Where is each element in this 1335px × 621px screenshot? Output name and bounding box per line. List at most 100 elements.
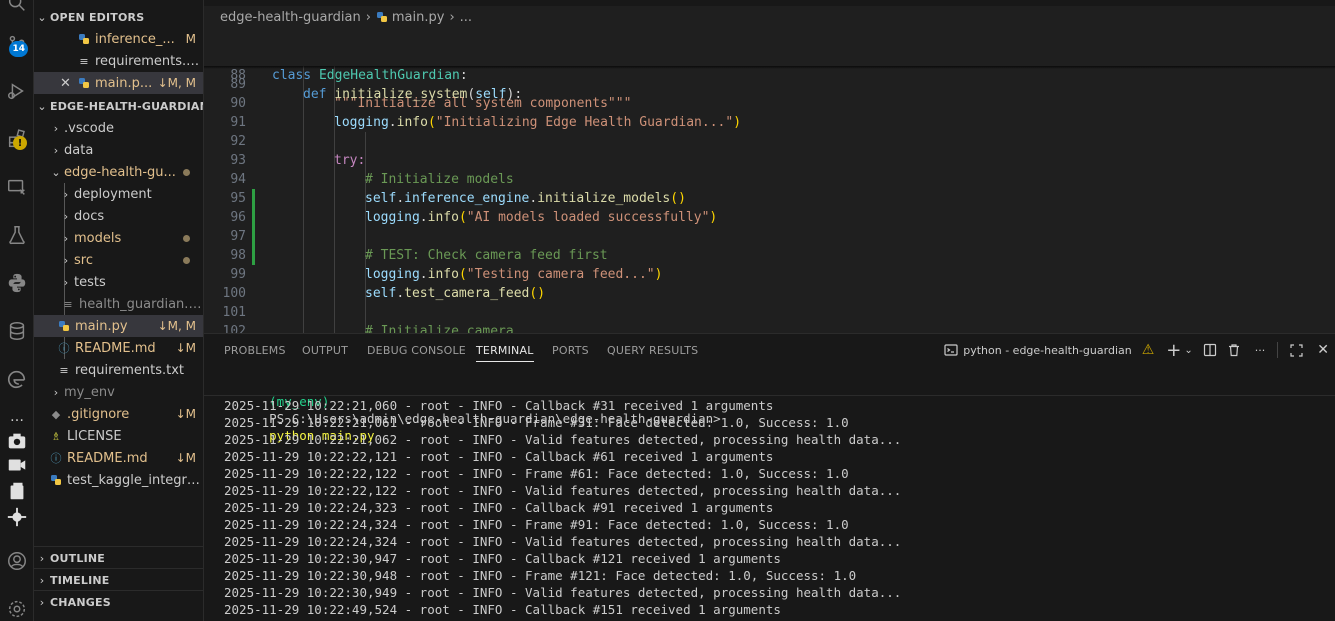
run-debug-icon[interactable]	[0, 74, 34, 108]
code-punct: :	[459, 68, 468, 83]
tree-folder-edge-health-guardian[interactable]: ⌄ edge-health-gu...	[34, 161, 203, 183]
tree-file-readme-inner[interactable]: ⓘ README.md ↓M	[34, 337, 203, 359]
terminal-log-line: 2025-11-29 10:22:22,122 - root - INFO - …	[224, 466, 849, 481]
manage-gear-icon[interactable]	[0, 592, 34, 621]
chevron-right-icon: ›	[39, 551, 45, 565]
account-icon[interactable]	[0, 544, 34, 578]
remote-explorer-icon[interactable]	[0, 170, 34, 204]
tree-file-readme[interactable]: ⓘ README.md ↓M	[34, 447, 203, 469]
tab-debug-console[interactable]: DEBUG CONSOLE	[367, 334, 466, 366]
chevron-down-icon[interactable]: ⌄	[1184, 345, 1192, 356]
chevron-right-icon: ›	[63, 275, 69, 289]
code-line[interactable]: 94 self.inference_engine.initialize_mode…	[204, 151, 1335, 206]
code-editor[interactable]: edge-health-guardian › main.py › ... 16 …	[204, 0, 1335, 358]
terminal-log-line: 2025-11-29 10:22:30,948 - root - INFO - …	[224, 568, 857, 583]
open-editors-header[interactable]: ⌄ OPEN EDITORS	[34, 6, 203, 28]
tree-folder-deployment[interactable]: › deployment	[34, 183, 203, 205]
close-panel-icon[interactable]: ✕	[1317, 342, 1329, 358]
tab-output[interactable]: OUTPUT	[302, 334, 348, 366]
code-line[interactable]: 101 # Initialize camera	[204, 284, 1335, 339]
tab-problems[interactable]: PROBLEMS	[224, 334, 286, 366]
close-icon[interactable]: ✕	[60, 76, 78, 91]
code-function: initialize_system	[334, 87, 468, 102]
python-icon[interactable]	[0, 266, 34, 300]
code-line[interactable]: 103 logging.info("Camera initialized")	[204, 322, 1335, 333]
tab-terminal[interactable]: TERMINAL	[476, 334, 534, 366]
sticky-line[interactable]: 88 def initialize_system(self):	[204, 47, 1335, 102]
tab-query-results[interactable]: QUERY RESULTS	[607, 334, 698, 366]
changes-header[interactable]: › CHANGES	[34, 591, 203, 613]
code-line[interactable]: 102 self.camera_processor = CameraProces…	[204, 303, 1335, 358]
trash-icon[interactable]	[1227, 343, 1241, 357]
modified-dot	[183, 234, 190, 242]
chevron-right-icon: ›	[53, 121, 59, 135]
terminal-log-line: 2025-11-29 10:22:30,949 - root - INFO - …	[224, 585, 902, 600]
bottom-panel: PROBLEMS OUTPUT DEBUG CONSOLE TERMINAL P…	[204, 333, 1335, 621]
code-line[interactable]: 95 logging.info("AI models loaded succes…	[204, 170, 1335, 225]
extensions-icon[interactable]: !	[0, 122, 34, 156]
tree-folder-docs[interactable]: › docs	[34, 205, 203, 227]
timeline-header[interactable]: › TIMELINE	[34, 569, 203, 591]
tab-ports[interactable]: PORTS	[552, 334, 589, 366]
code-class-name: EdgeHealthGuardian	[318, 68, 460, 83]
maximize-panel-icon[interactable]	[1290, 343, 1303, 357]
tree-folder-data[interactable]: › data	[34, 139, 203, 161]
terminal-log-line: 2025-11-29 10:22:24,324 - root - INFO - …	[224, 534, 902, 549]
open-editor-item-active[interactable]: ✕ main.p... ↓M, M	[34, 72, 203, 94]
more-icon[interactable]: ···	[1255, 344, 1266, 357]
extensions-warning-badge: !	[13, 136, 27, 150]
database-icon[interactable]	[0, 314, 34, 348]
chevron-right-icon: ›	[39, 595, 45, 609]
terminal-name[interactable]: python - edge-health-guardian	[963, 344, 1131, 357]
tree-file-gitignore[interactable]: ◆ .gitignore ↓M	[34, 403, 203, 425]
code-line[interactable]: 93 # Initialize models	[204, 132, 1335, 187]
source-control-icon[interactable]: 14	[0, 28, 34, 62]
outline-header[interactable]: › OUTLINE	[34, 547, 203, 569]
terminal-log-line: 2025-11-29 10:22:21,060 - root - INFO - …	[224, 398, 774, 413]
project-header[interactable]: ⌄ EDGE-HEALTH-GUARDIAN	[34, 95, 203, 117]
code-line[interactable]: 100	[204, 265, 1335, 301]
code-line[interactable]: 96	[204, 189, 1335, 225]
code-keyword: def	[303, 87, 335, 102]
breadcrumb-folder[interactable]: edge-health-guardian	[220, 10, 361, 25]
breadcrumb-symbol[interactable]: ...	[460, 10, 472, 25]
open-editor-item[interactable]: inference_... M	[34, 28, 203, 50]
open-editor-item[interactable]: ≡ requirements.txt...	[34, 50, 203, 72]
warning-icon[interactable]: ⚠	[1142, 342, 1155, 358]
breadcrumb-file[interactable]: main.py	[392, 10, 445, 25]
code-line[interactable]: 99 self.test_camera_feed()	[204, 246, 1335, 301]
tree-file-license[interactable]: ♗ LICENSE	[34, 425, 203, 447]
chevron-down-icon: ⌄	[37, 99, 47, 113]
tree-file-test-kaggle[interactable]: test_kaggle_integrati...	[34, 469, 203, 491]
code-line[interactable]: 98 logging.info("Testing camera feed..."…	[204, 227, 1335, 282]
new-terminal-icon[interactable]: +	[1166, 340, 1181, 361]
split-terminal-icon[interactable]	[1203, 343, 1217, 357]
tree-folder-my-env[interactable]: › my_env	[34, 381, 203, 403]
chevron-right-icon: ›	[53, 143, 59, 157]
tree-file-requirements[interactable]: ≡ requirements.txt	[34, 359, 203, 381]
text-file-icon: ≡	[59, 363, 69, 377]
tree-file-main-py[interactable]: main.py ↓M, M	[34, 315, 203, 337]
tree-folder-vscode[interactable]: › .vscode	[34, 117, 203, 139]
terminal-divider	[204, 395, 1335, 396]
search-icon[interactable]	[0, 0, 34, 20]
terminal-log-line: 2025-11-29 10:22:22,122 - root - INFO - …	[224, 483, 902, 498]
tree-folder-tests[interactable]: › tests	[34, 271, 203, 293]
chevron-right-icon: ›	[63, 253, 69, 267]
chevron-right-icon: ›	[449, 9, 455, 25]
terminal-icon	[944, 343, 958, 357]
tree-file-health-guardian-log[interactable]: ≡ health_guardian.log	[34, 293, 203, 315]
testing-icon[interactable]	[0, 218, 34, 252]
code-line[interactable]: 92 try:	[204, 113, 1335, 168]
divider	[1277, 342, 1279, 358]
tree-folder-src[interactable]: › src	[34, 249, 203, 271]
tree-folder-models[interactable]: › models	[34, 227, 203, 249]
code-line[interactable]: 97 # TEST: Check camera feed first	[204, 208, 1335, 263]
scm-count-badge: 14	[9, 41, 28, 57]
edge-browser-icon[interactable]	[0, 362, 34, 396]
chevron-right-icon: ›	[63, 187, 69, 201]
modified-dot	[183, 256, 190, 264]
sticky-line[interactable]: 16 class EdgeHealthGuardian:	[204, 28, 1335, 83]
gear-small-icon[interactable]	[0, 500, 34, 534]
activity-bar: 14 ! …	[0, 0, 34, 621]
